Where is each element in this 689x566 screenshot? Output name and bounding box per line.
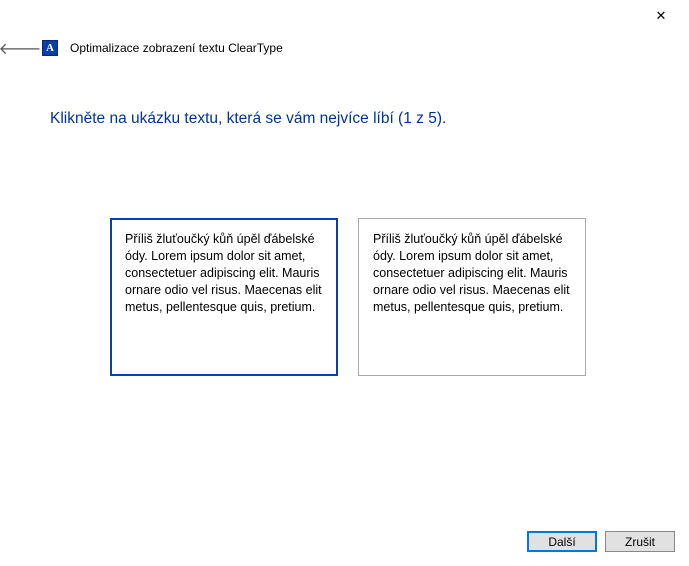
text-sample-1[interactable]: Příliš žluťoučký kůň úpěl ďábelské ódy. … <box>110 218 338 376</box>
titlebar: ✕ <box>0 0 689 32</box>
next-button-label: Další <box>548 535 575 549</box>
cancel-button-label: Zrušit <box>625 535 655 549</box>
app-icon: A <box>42 40 58 56</box>
next-button[interactable]: Další <box>527 531 597 552</box>
back-button[interactable]: 🡐 <box>10 38 30 58</box>
footer-buttons: Další Zrušit <box>527 531 675 552</box>
text-sample-1-text: Příliš žluťoučký kůň úpěl ďábelské ódy. … <box>125 232 322 314</box>
content-area: Klikněte na ukázku textu, která se vám n… <box>0 68 689 386</box>
cancel-button[interactable]: Zrušit <box>605 531 675 552</box>
back-arrow-icon: 🡐 <box>0 38 41 59</box>
samples-row: Příliš žluťoučký kůň úpěl ďábelské ódy. … <box>50 218 639 376</box>
text-sample-2[interactable]: Příliš žluťoučký kůň úpěl ďábelské ódy. … <box>358 218 586 376</box>
text-sample-2-text: Příliš žluťoučký kůň úpěl ďábelské ódy. … <box>373 232 570 314</box>
window-title: Optimalizace zobrazení textu ClearType <box>70 41 283 55</box>
close-button[interactable]: ✕ <box>641 2 681 30</box>
header: 🡐 A Optimalizace zobrazení textu ClearTy… <box>0 32 689 68</box>
page-heading: Klikněte na ukázku textu, která se vám n… <box>50 110 639 128</box>
app-icon-letter: A <box>46 43 54 54</box>
